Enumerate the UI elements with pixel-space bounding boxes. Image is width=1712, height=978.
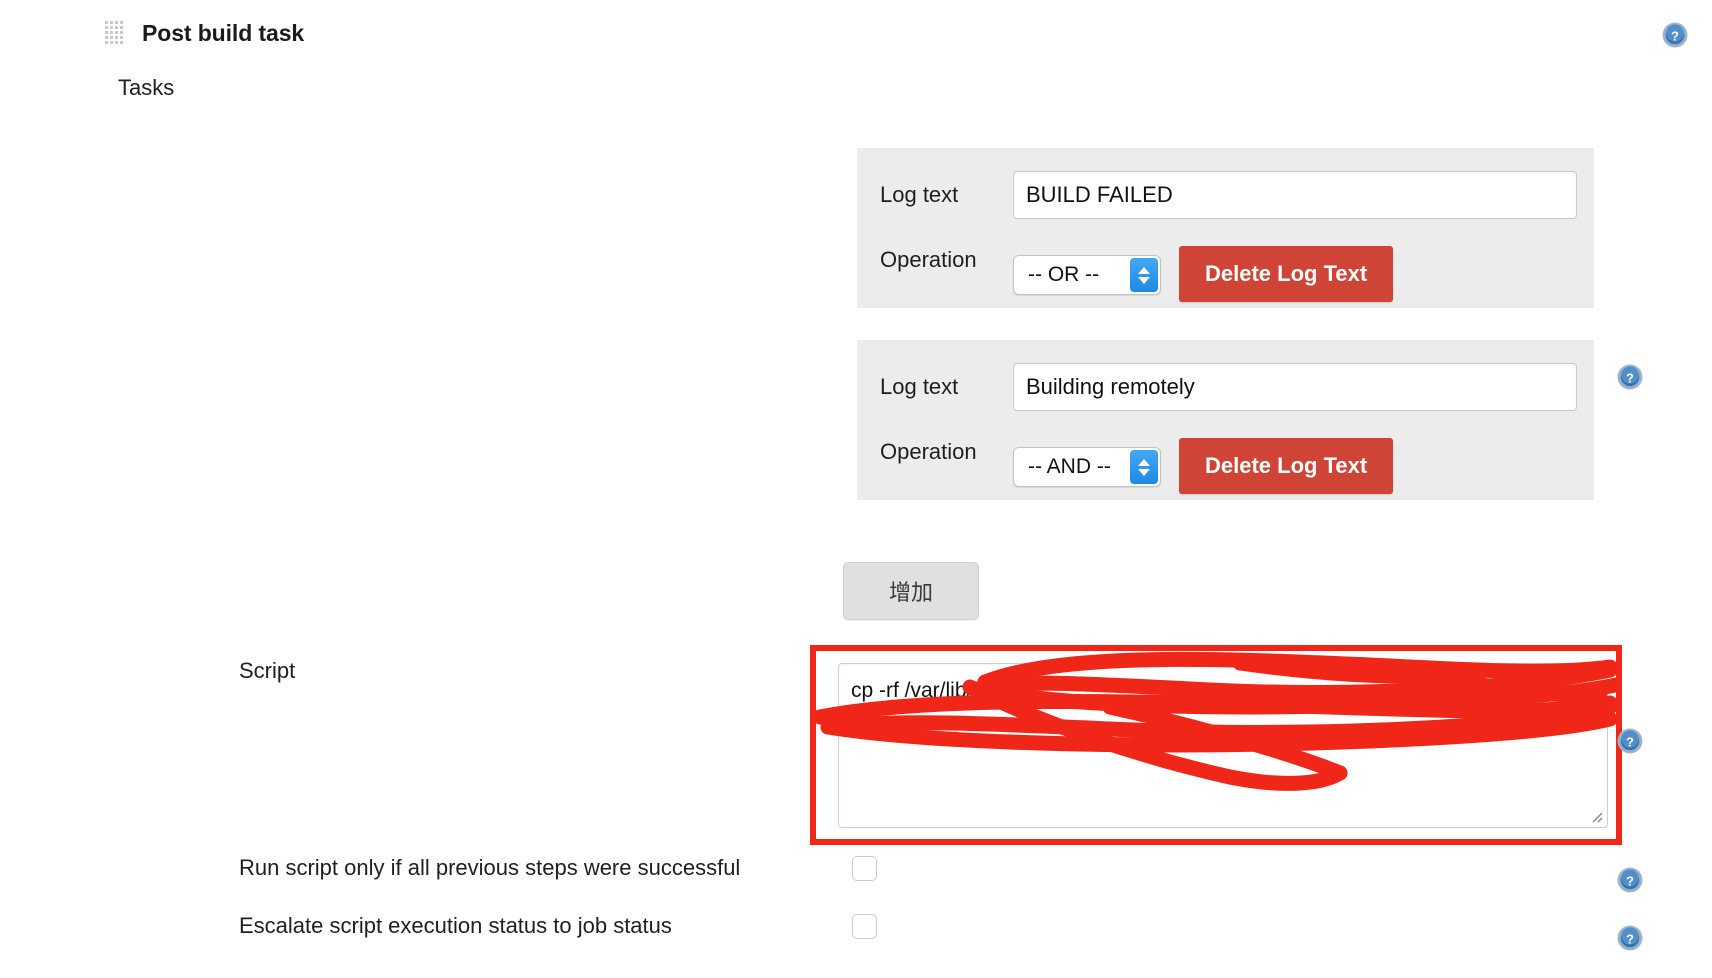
log-task-block: Log text BUILD FAILED Operation -- OR --… (857, 148, 1594, 308)
stepper-arrows-icon[interactable] (1130, 258, 1158, 292)
help-icon-run-script-only[interactable]: ? (1617, 867, 1643, 893)
log-text-input[interactable]: Building remotely (1013, 363, 1577, 411)
log-text-label: Log text (880, 374, 959, 399)
operation-label: Operation (880, 247, 977, 272)
log-task-block: Log text Building remotely Operation -- … (857, 340, 1594, 500)
log-text-row: Log text BUILD FAILED (857, 164, 1594, 226)
section-header: Post build task (105, 20, 304, 47)
help-icon-escalate-status[interactable]: ? (1617, 925, 1643, 951)
escalate-status-label: Escalate script execution status to job … (239, 913, 672, 938)
help-icon-post-build-task[interactable]: ? (1662, 22, 1688, 48)
script-textarea[interactable]: cp -rf /var/lib/jenkins (838, 663, 1608, 828)
operation-row: Operation -- OR -- Delete Log Text (857, 226, 1594, 302)
delete-log-text-button[interactable]: Delete Log Text (1179, 438, 1394, 494)
script-textarea-value: cp -rf /var/lib/jenkins (851, 679, 1038, 702)
svg-text:?: ? (1626, 735, 1634, 750)
escalate-status-checkbox[interactable] (852, 913, 877, 939)
run-script-only-label: Run script only if all previous steps we… (239, 855, 741, 880)
operation-select[interactable]: -- OR -- (1013, 255, 1161, 295)
operation-select[interactable]: -- AND -- (1013, 447, 1161, 487)
tasks-label: Tasks (118, 75, 175, 100)
svg-text:?: ? (1671, 29, 1679, 44)
escalate-status-row: Escalate script execution status to job … (239, 913, 877, 939)
help-icon-log-text-2[interactable]: ? (1617, 364, 1643, 390)
operation-select-value: -- OR -- (1028, 263, 1100, 286)
stepper-arrows-icon[interactable] (1130, 450, 1158, 484)
svg-text:?: ? (1626, 874, 1634, 889)
log-text-row: Log text Building remotely (857, 356, 1594, 418)
operation-row: Operation -- AND -- Delete Log Text (857, 418, 1594, 494)
run-script-only-row: Run script only if all previous steps we… (239, 855, 877, 881)
operation-controls: -- OR -- Delete Log Text (1013, 246, 1394, 304)
log-text-label: Log text (880, 182, 959, 207)
help-icon-script[interactable]: ? (1617, 728, 1643, 754)
operation-select-value: -- AND -- (1028, 455, 1111, 478)
page-title: Post build task (142, 20, 305, 46)
run-script-only-checkbox[interactable] (852, 855, 877, 881)
svg-text:?: ? (1626, 371, 1634, 386)
operation-label: Operation (880, 439, 977, 464)
drag-handle-icon[interactable] (105, 20, 124, 47)
delete-log-text-button[interactable]: Delete Log Text (1179, 246, 1394, 302)
add-log-text-button[interactable]: 增加 (843, 562, 979, 620)
resize-handle-icon[interactable] (1588, 808, 1604, 824)
svg-text:?: ? (1626, 932, 1634, 947)
operation-controls: -- AND -- Delete Log Text (1013, 438, 1394, 496)
log-text-input[interactable]: BUILD FAILED (1013, 171, 1577, 219)
script-label: Script (239, 658, 296, 683)
